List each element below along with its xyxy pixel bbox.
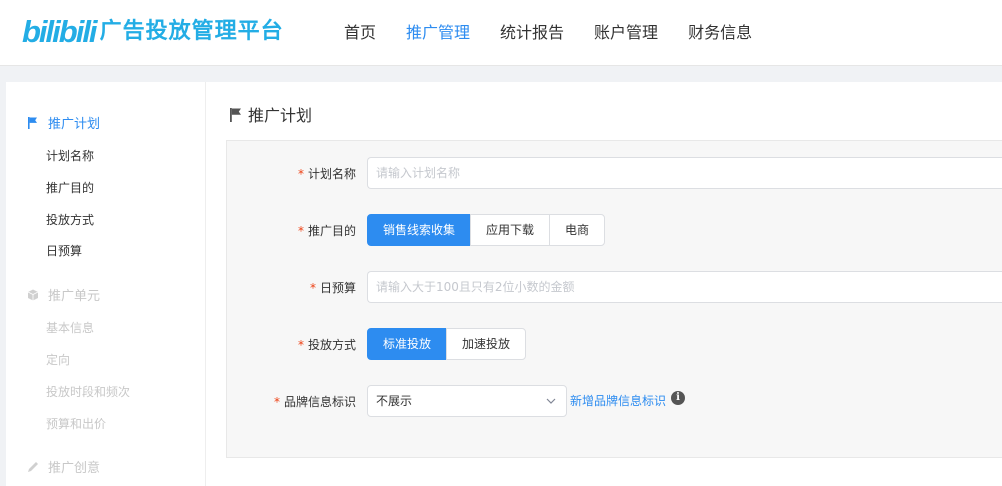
delivery-label: * 投放方式 — [297, 338, 356, 352]
plan-form: * 计划名称 请输入计划名称 * 推广目的 销售线索收集 应用下载 电商 * 日预算 … — [226, 140, 1002, 458]
required-mark: * — [309, 281, 316, 295]
budget-input[interactable]: 请输入大于100且只有2位小数的金额 — [367, 271, 1002, 303]
logo-mark: bilibili — [22, 14, 98, 49]
brand-label: * 品牌信息标识 — [273, 395, 356, 409]
required-mark: * — [297, 338, 304, 352]
sidebar-section-label: 推广创意 — [48, 461, 101, 476]
nav-statistics-report[interactable]: 统计报告 — [500, 0, 564, 66]
nav-promotion-management[interactable]: 推广管理 — [406, 0, 470, 66]
page-title: 推广计划 — [230, 102, 312, 126]
nav-finance-info[interactable]: 财务信息 — [688, 0, 752, 66]
sidebar-item-basic-info: 基本信息 — [46, 321, 95, 335]
sidebar-section-label: 推广计划 — [48, 117, 101, 132]
sidebar-section-plan[interactable]: 推广计划 — [26, 113, 100, 132]
nav-home[interactable]: 首页 — [344, 0, 376, 66]
sidebar-item-schedule: 投放时段和频次 — [46, 385, 131, 399]
purpose-lead-collection-button[interactable]: 销售线索收集 — [367, 214, 472, 246]
sidebar-item-budget[interactable]: 日预算 — [46, 242, 82, 259]
pen-icon — [26, 460, 40, 474]
sidebar-item-targeting: 定向 — [46, 353, 71, 367]
chevron-down-icon — [546, 386, 556, 416]
required-mark: * — [273, 395, 280, 409]
budget-label: * 日预算 — [309, 281, 356, 295]
brand-select[interactable]: 不展示 — [367, 385, 567, 417]
required-mark: * — [297, 167, 304, 181]
page-title-text: 推广计划 — [248, 106, 313, 125]
flag-icon — [26, 116, 40, 130]
add-brand-link[interactable]: 新增品牌信息标识 — [570, 392, 666, 409]
main-nav: 首页 推广管理 统计报告 账户管理 财务信息 — [344, 0, 782, 66]
sidebar-section-creative: 推广创意 — [26, 457, 100, 476]
sidebar-section-label: 推广单元 — [48, 289, 101, 304]
sidebar-item-bid: 预算和出价 — [46, 417, 107, 431]
sidebar: 推广计划 计划名称 推广目的 投放方式 日预算 推广单元 基本信息 定向 投放时… — [6, 82, 206, 486]
bilibili-logo[interactable]: bilibili 广告投放管理平台 — [22, 14, 284, 50]
purpose-ecommerce-button[interactable]: 电商 — [549, 214, 606, 246]
delivery-accelerated-button[interactable]: 加速投放 — [446, 328, 527, 360]
nav-account-management[interactable]: 账户管理 — [594, 0, 658, 66]
purpose-button-group: 销售线索收集 应用下载 电商 — [367, 214, 606, 246]
logo-title: 广告投放管理平台 — [99, 19, 284, 44]
purpose-app-download-button[interactable]: 应用下载 — [470, 214, 551, 246]
sidebar-item-purpose[interactable]: 推广目的 — [46, 179, 94, 196]
flag-icon — [230, 107, 242, 122]
brand-select-value: 不展示 — [376, 394, 413, 408]
plan-name-input[interactable]: 请输入计划名称 — [367, 157, 1002, 189]
top-header: bilibili 广告投放管理平台 首页 推广管理 统计报告 账户管理 财务信息 — [0, 0, 1002, 66]
sidebar-item-delivery[interactable]: 投放方式 — [46, 211, 94, 228]
plan-name-label: * 计划名称 — [297, 167, 356, 181]
delivery-standard-button[interactable]: 标准投放 — [367, 328, 448, 360]
main-card: 推广计划 计划名称 推广目的 投放方式 日预算 推广单元 基本信息 定向 投放时… — [6, 82, 1002, 486]
purpose-label: * 推广目的 — [297, 224, 356, 238]
sidebar-section-unit: 推广单元 — [26, 285, 100, 304]
required-mark: * — [297, 224, 304, 238]
sidebar-item-plan-name[interactable]: 计划名称 — [46, 147, 94, 164]
cube-icon — [26, 288, 40, 302]
info-icon[interactable]: i — [671, 391, 685, 405]
delivery-button-group: 标准投放 加速投放 — [367, 328, 527, 360]
